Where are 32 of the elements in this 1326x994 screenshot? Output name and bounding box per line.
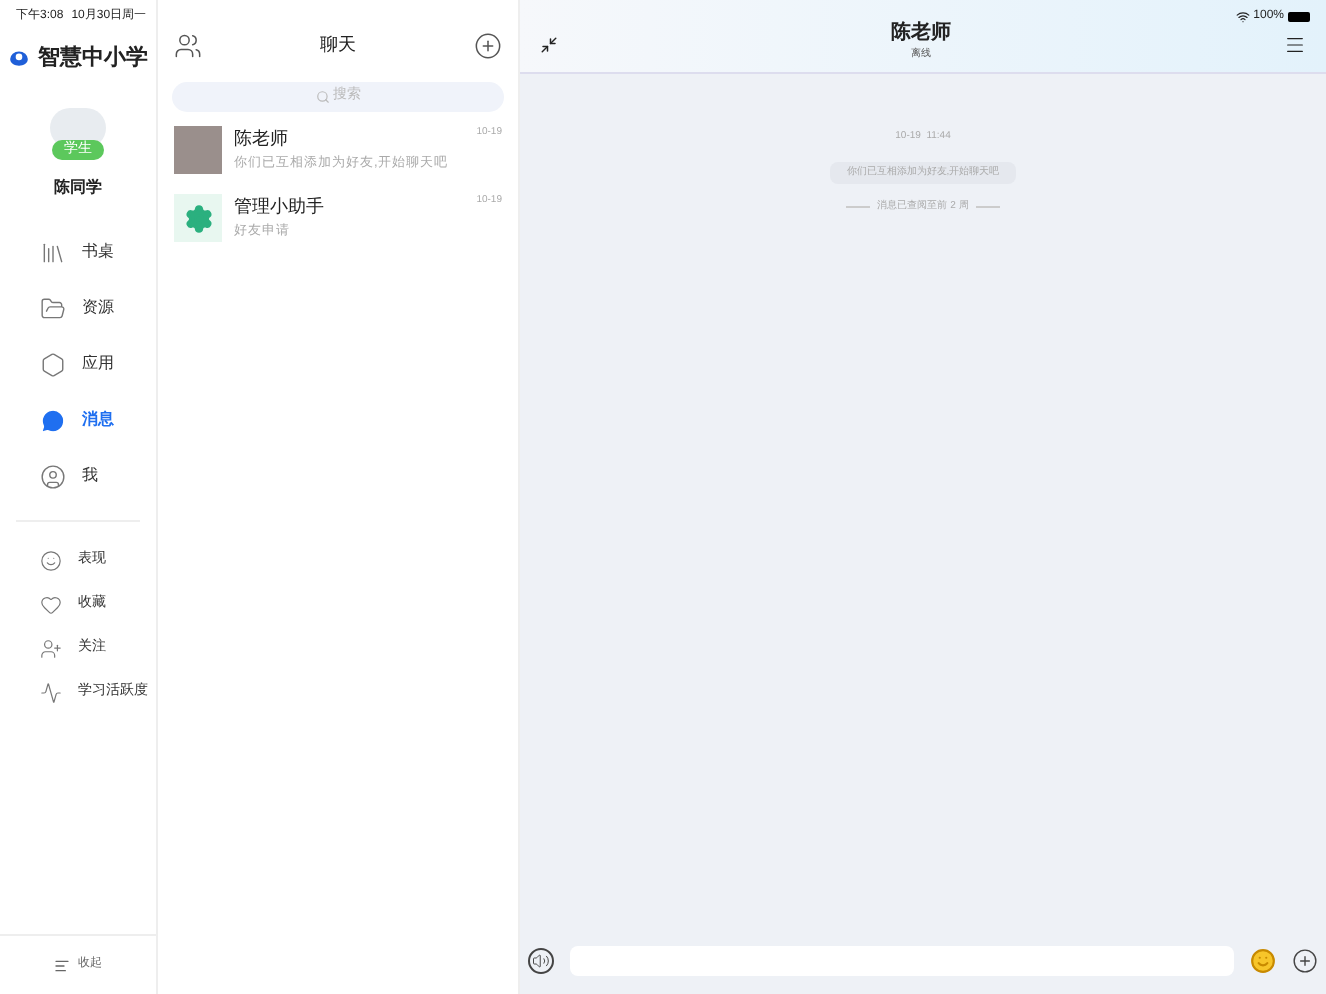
contacts-icon[interactable] xyxy=(174,32,202,60)
wifi-icon xyxy=(1235,10,1250,24)
user-plus-icon xyxy=(40,637,62,659)
books-icon xyxy=(40,239,66,265)
chat-title: 陈老师 xyxy=(891,19,951,47)
hexagon-icon xyxy=(40,351,66,377)
folder-icon xyxy=(40,295,66,321)
user-name: 陈同学 xyxy=(54,176,102,200)
emoji-icon[interactable] xyxy=(1250,947,1276,973)
user-icon xyxy=(40,463,66,489)
add-icon[interactable] xyxy=(474,32,502,60)
app-name: 智慧中小学 xyxy=(38,42,148,74)
nav-item[interactable]: 我 xyxy=(0,448,156,504)
shrink-icon[interactable] xyxy=(540,35,558,54)
list-icon xyxy=(54,957,70,973)
voice-icon[interactable] xyxy=(528,947,554,973)
nav-item[interactable]: 资源 xyxy=(0,280,156,336)
smile-icon xyxy=(40,549,62,571)
contact-name: 管理小助手 xyxy=(234,194,324,221)
contact-name: 陈老师 xyxy=(234,126,288,153)
pulse-icon xyxy=(40,681,62,703)
chat-bubble-icon xyxy=(40,407,66,433)
battery-icon xyxy=(1288,12,1310,22)
chat-list-title: 聊天 xyxy=(320,32,356,59)
nav-item[interactable]: 应用 xyxy=(0,336,156,392)
nav-item[interactable]: 消息 xyxy=(0,392,156,448)
heart-icon xyxy=(40,593,62,615)
search-icon xyxy=(315,90,329,104)
add-icon[interactable] xyxy=(1292,947,1318,973)
menu-icon[interactable] xyxy=(1284,33,1306,56)
photo-placeholder xyxy=(174,126,222,174)
nav-item[interactable]: 书桌 xyxy=(0,224,156,280)
